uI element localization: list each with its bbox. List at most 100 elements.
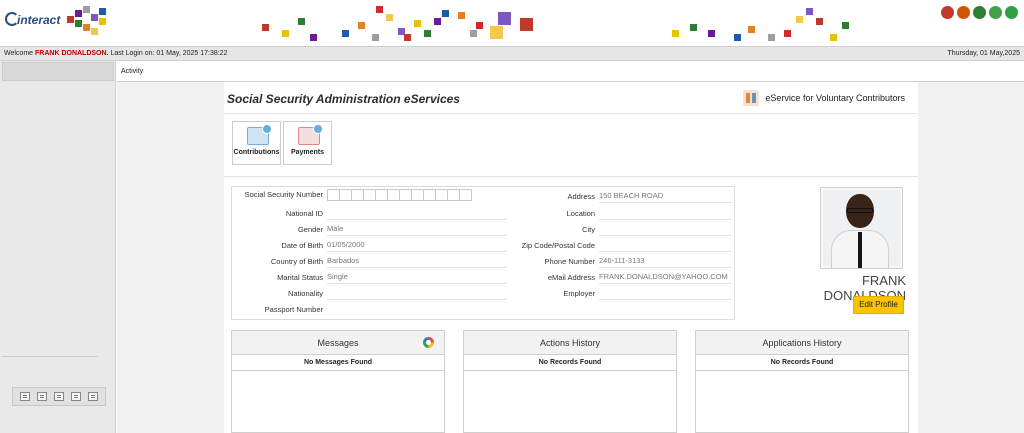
header-banner: interact <box>0 0 1024 46</box>
tool-icon-1[interactable] <box>19 392 30 401</box>
decorative-square <box>358 22 365 29</box>
current-date: Thursday, 01 May,2025 <box>947 50 1020 57</box>
decorative-square <box>262 24 269 31</box>
activity-tab[interactable]: Activity <box>117 61 1024 82</box>
logo-tiles <box>67 6 111 36</box>
decorative-square <box>498 12 511 25</box>
field-label: eMail Address <box>547 273 595 282</box>
decorative-square <box>672 30 679 37</box>
sidebar-header <box>2 62 114 81</box>
logo-tile <box>83 6 90 13</box>
avatar-tie <box>858 232 862 268</box>
panel-empty-message: No Messages Found <box>232 355 444 371</box>
refresh-icon[interactable] <box>423 337 434 348</box>
welcome-bar: Welcome FRANK DONALDSON. Last Login on: … <box>0 46 1024 61</box>
panel-title: Actions History <box>539 338 601 348</box>
ssn-input[interactable] <box>327 189 472 201</box>
profile-details: Social Security Number National ID Gende… <box>231 186 735 320</box>
decorative-square <box>342 30 349 37</box>
messages-panel: Messages No Messages Found <box>231 330 445 433</box>
payments-icon <box>298 124 323 145</box>
logo-tile <box>75 20 82 27</box>
field-value: FRANK.DONALDSON@YAHOO.COM <box>599 270 732 284</box>
ssn-digit-box[interactable] <box>459 189 472 201</box>
panel-empty-message: No Records Found <box>464 355 676 371</box>
field-phone-number: Phone Number 246-111-3133 <box>512 254 734 270</box>
field-zip-code: Zip Code/Postal Code <box>512 238 734 254</box>
logo-tile <box>99 18 106 25</box>
tool-icon-5[interactable] <box>88 392 99 401</box>
voluntary-contributors-label: eService for Voluntary Contributors <box>765 93 905 103</box>
field-country-of-birth: Country of Birth Barbados <box>232 254 512 270</box>
decorative-square <box>414 20 421 27</box>
main-area: Social Security Administration eServices… <box>117 82 1024 433</box>
field-value <box>599 206 732 220</box>
field-label: Zip Code/Postal Code <box>521 241 595 250</box>
field-national-id: National ID <box>232 206 512 222</box>
decorative-square <box>796 16 803 23</box>
decorative-square <box>784 30 791 37</box>
logo-tile <box>91 14 98 21</box>
field-label: Country of Birth <box>270 257 323 266</box>
panel-empty-message: No Records Found <box>696 355 908 371</box>
decorative-square <box>372 34 379 41</box>
field-employer: Employer <box>512 286 734 302</box>
decorative-square <box>376 6 383 13</box>
contributions-tile[interactable]: Contributions <box>232 121 281 165</box>
welcome-prefix: Welcome <box>4 50 34 57</box>
page-title: Social Security Administration eServices <box>227 92 460 106</box>
field-city: City <box>512 222 734 238</box>
actions-history-panel: Actions History No Records Found <box>463 330 677 433</box>
header-icons <box>941 6 1018 19</box>
decorative-square <box>398 28 405 35</box>
panel-title: Applications History <box>762 338 842 348</box>
home-icon[interactable] <box>941 6 954 19</box>
field-gender: Gender Male <box>232 222 512 238</box>
profile-avatar <box>820 187 903 269</box>
tool-icon-3[interactable] <box>53 392 64 401</box>
field-value <box>599 286 732 300</box>
sidebar-toolbar <box>12 387 106 406</box>
field-date-of-birth: Date of Birth 01/05/2000 <box>232 238 512 254</box>
tool-icon-2[interactable] <box>36 392 47 401</box>
logo-tile <box>99 8 106 15</box>
decorative-tiles <box>262 6 849 41</box>
field-label: Date of Birth <box>281 241 323 250</box>
power-icon[interactable] <box>1005 6 1018 19</box>
payments-tile[interactable]: Payments <box>283 121 332 165</box>
sidebar-divider <box>2 356 98 357</box>
voluntary-contributors-link[interactable]: eService for Voluntary Contributors <box>743 90 905 106</box>
field-label: Social Security Number <box>244 190 323 199</box>
contributions-icon <box>247 124 272 145</box>
decorative-square <box>476 22 483 29</box>
logo-tile <box>83 24 90 31</box>
decorative-square <box>690 24 697 31</box>
welcome-user: FRANK DONALDSON. <box>35 50 109 57</box>
field-label: City <box>582 225 595 234</box>
users-icon[interactable] <box>957 6 970 19</box>
panel-header: Actions History <box>464 331 676 355</box>
interact-logo: interact <box>3 4 113 40</box>
help-icon[interactable] <box>989 6 1002 19</box>
edit-profile-button[interactable]: Edit Profile <box>853 296 904 314</box>
decorative-square <box>298 18 305 25</box>
decorative-square <box>424 30 431 37</box>
field-label: Location <box>566 209 595 218</box>
decorative-square <box>386 14 393 21</box>
decorative-square <box>520 18 533 31</box>
field-passport-number: Passport Number <box>232 302 512 318</box>
logo-tile <box>75 10 82 17</box>
field-marital-status: Marital Status Single <box>232 270 512 286</box>
decorative-square <box>816 18 823 25</box>
field-location: Location <box>512 206 734 222</box>
settings-icon[interactable] <box>973 6 986 19</box>
logo-tile <box>91 28 98 35</box>
welcome-message: Welcome FRANK DONALDSON. Last Login on: … <box>4 47 227 60</box>
logo-tile <box>67 16 74 23</box>
field-ssn: Social Security Number <box>232 187 512 203</box>
decorative-square <box>470 30 477 37</box>
panel-header: Messages <box>232 331 444 355</box>
voluntary-contributors-icon <box>743 90 760 106</box>
tool-icon-4[interactable] <box>71 392 82 401</box>
field-label: Passport Number <box>264 305 323 314</box>
